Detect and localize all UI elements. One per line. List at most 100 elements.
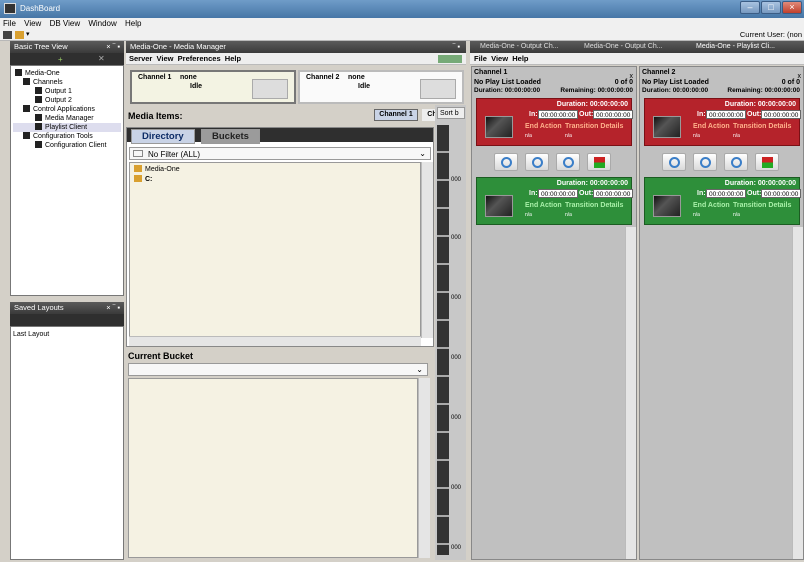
channel-2-box[interactable]: Channel 2 none Idle [298,70,464,104]
mm-menu-help[interactable]: Help [225,54,241,63]
bucket-dropdown[interactable]: ⌄ [128,363,428,376]
playlist-channel-2: Channel 2 x No Play List Loaded 0 of 0 D… [639,66,804,560]
window-title: DashBoard [20,4,61,13]
channel-1-box[interactable]: Channel 1 none Idle [130,70,296,104]
folder-icon [23,78,30,85]
tab-output-ch-1[interactable]: Media-One - Output Ch... [480,43,559,50]
tree-item-media-one[interactable]: Media-One [13,69,121,78]
saved-layouts-toolbar [10,314,124,326]
film-counter: 000 [451,355,462,361]
clip-duration: Duration: 00:00:00:00 [556,180,628,187]
menu-help[interactable]: Help [125,19,141,28]
out-timecode[interactable]: 00:00:00:00 [593,189,634,198]
cue-icon [669,157,680,168]
playlist-count: 0 of 0 [614,79,633,86]
tab-directory[interactable]: Directory [131,129,195,144]
channel-1-vscroll[interactable] [625,227,636,559]
current-clip-card[interactable]: Duration: 00:00:00:00 In: 00:00:00:00 Ou… [476,98,634,146]
next-clip-card[interactable]: Duration: 00:00:00:00 In: 00:00:00:00 Ou… [644,177,802,225]
mode-button[interactable] [755,153,779,171]
sort-button[interactable]: Sort b [437,107,465,119]
mm-menu-preferences[interactable]: Preferences [178,54,221,63]
toolbar-icon[interactable] [3,31,12,39]
menu-file[interactable]: File [3,19,16,28]
cue-button[interactable] [494,153,518,171]
folder-icon [23,132,30,139]
minimize-button[interactable]: – [740,1,760,14]
tree-item-output-1[interactable]: Output 1 [13,87,121,96]
server-icon [15,69,22,76]
dir-item-c-drive[interactable]: C: [134,175,416,183]
out-label: Out: [747,190,762,197]
in-timecode[interactable]: 00:00:00:00 [706,110,747,119]
media-manager-tab[interactable]: Media-One - Media Manager ‾ ▪ [126,41,466,53]
tab-output-ch-2[interactable]: Media-One - Output Ch... [584,43,663,50]
chevron-down-icon[interactable]: ⌄ [416,365,423,374]
folder-icon [134,165,142,172]
dir-item-media-one[interactable]: Media-One [134,165,416,173]
in-timecode[interactable]: 00:00:00:00 [538,110,579,119]
current-clip-card[interactable]: Duration: 00:00:00:00 In: 00:00:00:00 Ou… [644,98,802,146]
close-button[interactable]: × [782,1,802,14]
bucket-vscroll[interactable] [418,378,430,558]
channel-2-vscroll[interactable] [792,227,803,559]
tree-item-channels[interactable]: Channels [13,78,121,87]
tree-item-configuration-client[interactable]: Configuration Client [13,141,121,150]
out-timecode[interactable]: 00:00:00:00 [761,110,802,119]
out-timecode[interactable]: 00:00:00:00 [761,189,802,198]
in-timecode[interactable]: 00:00:00:00 [538,189,579,198]
tree-item-playlist-client[interactable]: Playlist Client [13,123,121,132]
transition-value: n/a [733,212,740,218]
mm-menu-server[interactable]: Server [129,54,152,63]
cue-button[interactable] [662,153,686,171]
maximize-button[interactable]: □ [761,1,781,14]
add-icon[interactable]: + [58,55,63,64]
panel-close-icon[interactable]: × ‾ ▪ [106,302,120,314]
clip-thumbnail [485,195,513,217]
tab-playlist-client[interactable]: Media-One - Playlist Cli... [696,43,775,50]
pl-menu-view[interactable]: View [491,54,508,63]
end-action-value: n/a [693,212,700,218]
mode-icon [762,157,773,168]
app-icon [35,114,42,121]
layout-item[interactable]: Last Layout [13,330,121,339]
tree-item-output-2[interactable]: Output 2 [13,96,121,105]
playlist-status: No Play List Loaded [642,79,709,86]
tree-panel: Basic Tree View × ‾ ▪ + ✕ Media-One Chann… [10,41,124,296]
filter-icon [133,150,143,157]
eject-button[interactable] [724,153,748,171]
tree-item-media-manager[interactable]: Media Manager [13,114,121,123]
delete-icon[interactable]: ✕ [98,54,105,63]
end-action-label: End Action [525,123,562,130]
play-button[interactable] [693,153,717,171]
pl-menu-file[interactable]: File [474,54,487,63]
mm-menu-view[interactable]: View [157,54,174,63]
end-action-label: End Action [693,202,730,209]
pl-menu-help[interactable]: Help [512,54,528,63]
tree-item-control-applications[interactable]: Control Applications [13,105,121,114]
mode-button[interactable] [587,153,611,171]
channel-1-button[interactable]: Channel 1 [374,109,418,121]
eject-button[interactable] [556,153,580,171]
chevron-down-icon[interactable]: ⌄ [419,149,426,158]
next-clip-card[interactable]: Duration: 00:00:00:00 In: 00:00:00:00 Ou… [476,177,634,225]
playlist-menubar: File View Help [470,53,804,65]
toolbar-dropdown-icon[interactable]: ▾ [26,30,30,38]
menu-window[interactable]: Window [88,19,116,28]
film-counter: 000 [451,415,462,421]
panel-close-icon[interactable]: × ‾ ▪ [106,41,120,53]
toolbar-folder-icon[interactable] [15,31,24,39]
filter-dropdown[interactable]: No Filter (ALL) ⌄ [129,147,431,160]
directory-vscroll[interactable] [421,162,433,338]
tab-buckets[interactable]: Buckets [201,129,260,144]
tree-item-configuration-tools[interactable]: Configuration Tools [13,132,121,141]
channel-2-label: Channel 2 [306,74,340,81]
panel-minimize-icon[interactable]: ‾ ▪ [453,41,460,53]
playlist-duration: Duration: 00:00:00:00 [474,87,541,94]
menu-db-view[interactable]: DB View [50,19,81,28]
menu-view[interactable]: View [24,19,41,28]
directory-hscroll[interactable] [129,336,421,346]
in-timecode[interactable]: 00:00:00:00 [706,189,747,198]
play-button[interactable] [525,153,549,171]
out-timecode[interactable]: 00:00:00:00 [593,110,634,119]
